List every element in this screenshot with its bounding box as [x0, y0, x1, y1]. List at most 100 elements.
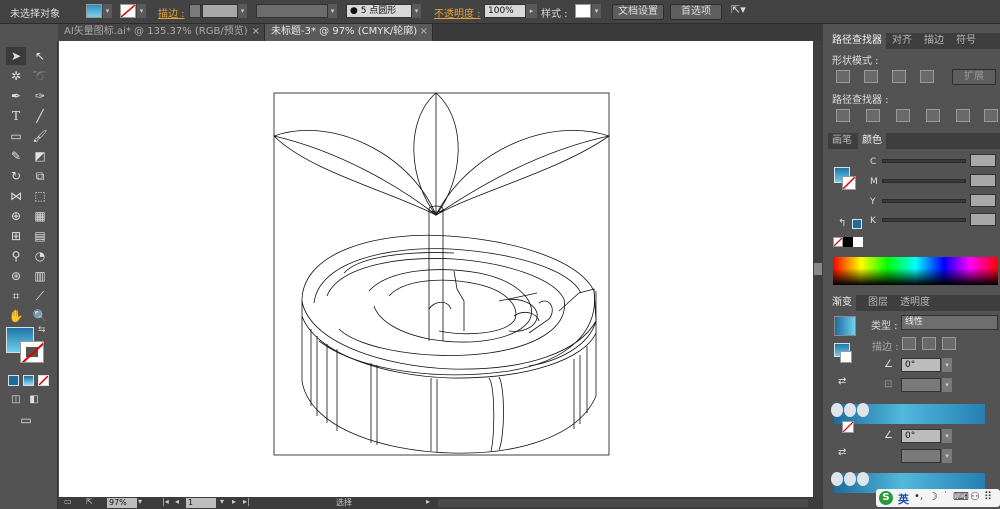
expand-button[interactable]: 扩展 — [952, 69, 996, 85]
horizontal-scrollbar[interactable] — [438, 499, 808, 507]
opacity-dropdown[interactable]: ▸ — [526, 4, 537, 18]
stroke-color-box[interactable] — [20, 341, 44, 363]
minus-front-icon[interactable] — [864, 70, 878, 83]
gradient-preview[interactable] — [834, 316, 856, 336]
paintbrush-tool-icon[interactable]: 🖌 — [30, 127, 50, 145]
stroke-across-icon[interactable] — [942, 337, 956, 350]
preferences-button[interactable]: 首选项 — [670, 4, 722, 20]
gradient-tool-icon[interactable]: ▤ — [30, 227, 50, 245]
gradient-stop[interactable] — [831, 403, 843, 417]
tab-pathfinder[interactable]: 路径查找器 — [828, 33, 886, 49]
free-transform-tool-icon[interactable]: ⬚ — [30, 187, 50, 205]
stroke-weight-dropdown[interactable]: ▾ — [238, 4, 247, 18]
angle-field-2[interactable]: 0° — [901, 429, 941, 443]
crop-icon[interactable] — [926, 109, 940, 122]
artboard-tool-icon[interactable]: ⌗ — [6, 287, 26, 305]
close-tab-icon[interactable]: × — [420, 24, 428, 40]
ime-grid-icon[interactable]: ⠿ — [984, 490, 992, 503]
channel-c-field[interactable] — [970, 154, 996, 167]
ime-dot-icon[interactable]: ˙ — [943, 491, 948, 502]
color-spectrum[interactable] — [833, 257, 998, 285]
gradient-stop[interactable] — [844, 472, 856, 486]
gradient-stop[interactable] — [857, 472, 869, 486]
tab-untitled-3[interactable]: 未标题-3* @ 97% (CMYK/轮廓) × — [265, 24, 433, 41]
aspect-ratio-field[interactable] — [901, 378, 941, 392]
shape-builder-tool-icon[interactable]: ⊕ — [6, 207, 26, 225]
none-mode-icon[interactable] — [38, 375, 49, 386]
artboard[interactable] — [59, 41, 813, 497]
zoom-field[interactable]: 97% — [107, 498, 137, 508]
angle-dropdown[interactable]: ▾ — [942, 358, 952, 372]
channel-c-slider[interactable] — [882, 159, 966, 163]
artboard-number-field[interactable]: 1 — [186, 498, 216, 508]
angle-field[interactable]: 0° — [901, 358, 941, 372]
channel-m-slider[interactable] — [882, 179, 966, 183]
white-swatch[interactable] — [853, 237, 863, 247]
reverse-gradient-icon[interactable]: ⇄ — [838, 376, 846, 387]
aspect-ratio-dropdown[interactable]: ▾ — [942, 378, 952, 392]
last-color-swatch[interactable] — [852, 219, 862, 229]
artboard-dropdown-icon[interactable]: ▾ — [220, 497, 224, 506]
tab-layers[interactable]: 图层 — [864, 295, 892, 311]
zoom-tool-icon[interactable]: 🔍 — [30, 307, 50, 325]
ime-language[interactable]: 英 — [898, 491, 909, 507]
variable-width-field[interactable] — [256, 4, 328, 18]
type-tool-icon[interactable]: T — [6, 107, 26, 125]
gradient-mode-icon[interactable] — [23, 375, 34, 386]
color-stroke-proxy[interactable] — [842, 176, 856, 190]
rectangle-tool-icon[interactable]: ▭ — [6, 127, 26, 145]
magic-wand-tool-icon[interactable]: ✲ — [6, 67, 26, 85]
fill-dropdown[interactable]: ▾ — [103, 4, 112, 18]
channel-y-slider[interactable] — [882, 199, 966, 203]
curvature-tool-icon[interactable]: ✑ — [30, 87, 50, 105]
scale-tool-icon[interactable]: ⧉ — [30, 167, 50, 185]
artboard-nav-icon[interactable]: ▭ — [64, 497, 72, 506]
close-tab-icon[interactable]: × — [252, 24, 260, 40]
eraser-tool-icon[interactable]: ◩ — [30, 147, 50, 165]
export-icon[interactable]: ⇱ — [86, 497, 93, 506]
exclude-icon[interactable] — [920, 70, 934, 83]
perspective-grid-tool-icon[interactable]: ▦ — [30, 207, 50, 225]
tab-transparency[interactable]: 透明度 — [896, 295, 934, 311]
tab-color[interactable]: 颜色 — [858, 133, 886, 149]
ime-logo-icon[interactable]: S — [879, 491, 893, 505]
intersect-icon[interactable] — [892, 70, 906, 83]
unite-icon[interactable] — [836, 70, 850, 83]
symbol-sprayer-tool-icon[interactable]: ⊛ — [6, 267, 26, 285]
outline-icon[interactable] — [956, 109, 970, 122]
plant-icon-outline-artwork[interactable] — [59, 41, 813, 497]
style-dropdown[interactable]: ▾ — [592, 4, 601, 18]
brush-dropdown[interactable]: ▾ — [412, 4, 421, 18]
status-menu-icon[interactable]: ▸ — [426, 497, 430, 506]
rotate-tool-icon[interactable]: ↻ — [6, 167, 26, 185]
hand-tool-icon[interactable]: ✋ — [6, 307, 26, 325]
tab-brushes[interactable]: 画笔 — [828, 133, 856, 149]
pen-tool-icon[interactable]: ✒ — [6, 87, 26, 105]
angle-dropdown-2[interactable]: ▾ — [942, 429, 952, 443]
scrollbar-thumb[interactable] — [814, 263, 822, 275]
stroke-weight-field[interactable] — [202, 4, 238, 18]
draw-mode-icon[interactable]: ◫ — [6, 391, 26, 409]
width-tool-icon[interactable]: ⋈ — [6, 187, 26, 205]
ime-moon-icon[interactable]: ☽ — [928, 490, 938, 503]
column-graph-tool-icon[interactable]: ▥ — [30, 267, 50, 285]
previous-artboard-icon[interactable]: ◂ — [175, 497, 179, 506]
tab-gradient[interactable]: 渐变 — [828, 295, 856, 311]
minus-back-icon[interactable] — [984, 109, 998, 122]
gradient-stop[interactable] — [844, 403, 856, 417]
channel-k-field[interactable] — [970, 213, 996, 226]
vertical-scrollbar[interactable] — [813, 41, 823, 497]
selection-tool-icon[interactable]: ➤ — [6, 47, 26, 65]
gradient-stroke-proxy[interactable] — [840, 351, 852, 363]
stroke-stepper[interactable] — [189, 4, 201, 18]
gradient-stroke-proxy-2[interactable] — [842, 421, 854, 433]
opacity-label[interactable]: 不透明度 : — [434, 5, 481, 20]
ime-toolbar[interactable]: S 英 •, ☽ ˙ ⌨ ⚇ ⠿ — [876, 489, 1000, 507]
last-artboard-icon[interactable]: ▸| — [243, 497, 250, 506]
divide-icon[interactable] — [836, 109, 850, 122]
tab-symbols[interactable]: 符号 — [952, 33, 980, 49]
out-of-gamut-icon[interactable]: ↰ — [838, 218, 846, 229]
document-setup-button[interactable]: 文档设置 — [612, 4, 664, 20]
fill-swatch[interactable] — [86, 4, 102, 18]
brush-definition-field[interactable]: ● 5 点圆形 — [346, 4, 412, 18]
